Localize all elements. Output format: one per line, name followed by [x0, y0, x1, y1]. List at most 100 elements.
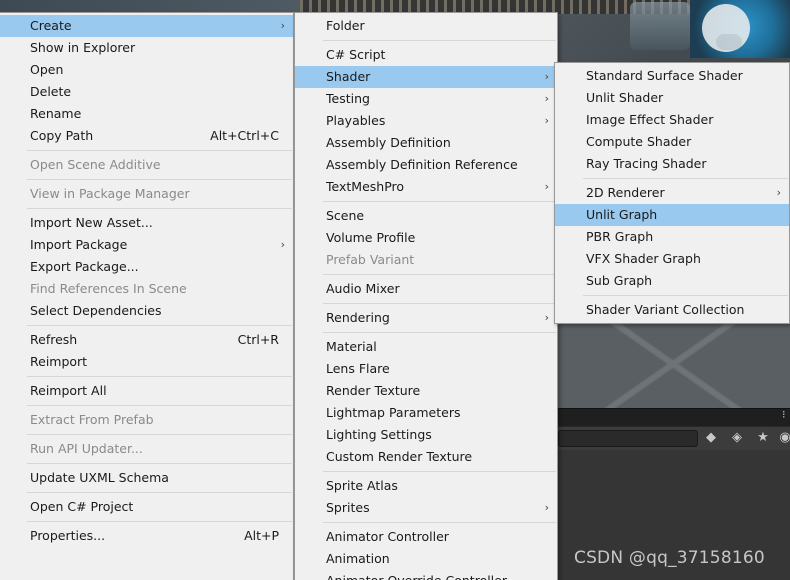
main-menu-item-select-dependencies[interactable]: Select Dependencies	[0, 300, 293, 322]
menu-separator	[323, 201, 556, 202]
create-menu-item-c-script[interactable]: C# Script	[295, 44, 557, 66]
main-menu-item-view-in-package-manager: View in Package Manager	[0, 183, 293, 205]
main-menu-item-refresh[interactable]: Refresh Ctrl+R	[0, 329, 293, 351]
menu-item-label: 2D Renderer	[586, 185, 665, 200]
create-menu-item-lens-flare[interactable]: Lens Flare	[295, 358, 557, 380]
shader-menu-item-2d-renderer[interactable]: 2D Renderer ›	[555, 182, 789, 204]
create-menu-item-sprites[interactable]: Sprites ›	[295, 497, 557, 519]
main-menu-item-update-uxml-schema[interactable]: Update UXML Schema	[0, 467, 293, 489]
menu-item-label: Open	[30, 62, 64, 77]
create-menu-item-scene[interactable]: Scene	[295, 205, 557, 227]
main-menu-item-open-scene-additive: Open Scene Additive	[0, 154, 293, 176]
main-menu-item-open-c-project[interactable]: Open C# Project	[0, 496, 293, 518]
create-menu-item-animation[interactable]: Animation	[295, 548, 557, 570]
filter-by-label-icon[interactable]: ◈	[728, 429, 746, 447]
main-menu-item-show-in-explorer[interactable]: Show in Explorer	[0, 37, 293, 59]
panel-menu-icon[interactable]: ⁝	[782, 408, 786, 421]
shader-menu-item-unlit-graph[interactable]: Unlit Graph	[555, 204, 789, 226]
main-menu-item-open[interactable]: Open	[0, 59, 293, 81]
menu-item-label: Playables	[326, 113, 386, 128]
create-menu-item-sprite-atlas[interactable]: Sprite Atlas	[295, 475, 557, 497]
menu-separator	[583, 178, 788, 179]
menu-item-label: Run API Updater...	[30, 441, 143, 456]
menu-item-label: Properties...	[30, 528, 106, 543]
menu-item-label: Select Dependencies	[30, 303, 162, 318]
create-menu-item-shader[interactable]: Shader ›	[295, 66, 557, 88]
main-menu-item-import-new-asset[interactable]: Import New Asset...	[0, 212, 293, 234]
menu-separator	[27, 179, 292, 180]
filter-by-type-icon[interactable]: ◆	[702, 429, 720, 447]
main-menu-item-properties[interactable]: Properties... Alt+P	[0, 525, 293, 547]
main-menu-item-reimport-all[interactable]: Reimport All	[0, 380, 293, 402]
create-menu-item-animator-controller[interactable]: Animator Controller	[295, 526, 557, 548]
menu-separator	[27, 521, 292, 522]
menu-item-label: Sprites	[326, 500, 370, 515]
menu-separator	[323, 274, 556, 275]
menu-item-label: Assembly Definition Reference	[326, 157, 518, 172]
main-menu-item-export-package[interactable]: Export Package...	[0, 256, 293, 278]
create-menu-item-assembly-definition[interactable]: Assembly Definition	[295, 132, 557, 154]
favorite-star-icon[interactable]: ★	[754, 429, 772, 447]
create-menu-item-audio-mixer[interactable]: Audio Mixer	[295, 278, 557, 300]
shader-menu-item-shader-variant-collection[interactable]: Shader Variant Collection	[555, 299, 789, 321]
menu-item-shortcut: Ctrl+R	[237, 332, 279, 347]
shader-menu-item-standard-surface-shader[interactable]: Standard Surface Shader	[555, 65, 789, 87]
create-menu-item-playables[interactable]: Playables ›	[295, 110, 557, 132]
shader-menu-item-unlit-shader[interactable]: Unlit Shader	[555, 87, 789, 109]
menu-item-label: VFX Shader Graph	[586, 251, 701, 266]
main-menu-item-copy-path[interactable]: Copy Path Alt+Ctrl+C	[0, 125, 293, 147]
shader-menu-item-ray-tracing-shader[interactable]: Ray Tracing Shader	[555, 153, 789, 175]
menu-separator	[323, 522, 556, 523]
menu-item-label: Show in Explorer	[30, 40, 136, 55]
chevron-right-icon: ›	[544, 114, 549, 127]
menu-separator	[27, 405, 292, 406]
create-menu-item-render-texture[interactable]: Render Texture	[295, 380, 557, 402]
menu-item-label: Create	[30, 18, 72, 33]
assets-context-menu: Create › Show in Explorer Open Delete Rename C…	[0, 12, 294, 580]
main-menu-item-reimport[interactable]: Reimport	[0, 351, 293, 373]
menu-item-label: Render Texture	[326, 383, 421, 398]
shader-menu-item-compute-shader[interactable]: Compute Shader	[555, 131, 789, 153]
create-menu-item-textmeshpro[interactable]: TextMeshPro ›	[295, 176, 557, 198]
create-menu-item-rendering[interactable]: Rendering ›	[295, 307, 557, 329]
main-menu-item-delete[interactable]: Delete	[0, 81, 293, 103]
main-menu-item-extract-from-prefab: Extract From Prefab	[0, 409, 293, 431]
shader-menu-item-pbr-graph[interactable]: PBR Graph	[555, 226, 789, 248]
menu-item-label: Sprite Atlas	[326, 478, 398, 493]
main-menu-item-import-package[interactable]: Import Package ›	[0, 234, 293, 256]
main-menu-item-rename[interactable]: Rename	[0, 103, 293, 125]
shader-menu-item-vfx-shader-graph[interactable]: VFX Shader Graph	[555, 248, 789, 270]
create-menu-item-custom-render-texture[interactable]: Custom Render Texture	[295, 446, 557, 468]
create-menu-item-volume-profile[interactable]: Volume Profile	[295, 227, 557, 249]
main-menu-item-find-references-in-scene: Find References In Scene	[0, 278, 293, 300]
menu-separator	[27, 325, 292, 326]
create-menu-item-testing[interactable]: Testing ›	[295, 88, 557, 110]
chevron-right-icon: ›	[544, 70, 549, 83]
create-menu-item-folder[interactable]: Folder	[295, 15, 557, 37]
menu-separator	[323, 332, 556, 333]
project-search-input[interactable]	[558, 430, 698, 447]
menu-item-label: Copy Path	[30, 128, 94, 143]
shader-submenu: Standard Surface Shader Unlit Shader Image…	[554, 62, 790, 324]
create-menu-item-animator-override-controller[interactable]: Animator Override Controller	[295, 570, 557, 580]
shader-menu-item-sub-graph[interactable]: Sub Graph	[555, 270, 789, 292]
create-menu-item-lighting-settings[interactable]: Lighting Settings	[295, 424, 557, 446]
menu-item-label: Delete	[30, 84, 72, 99]
scene-gizmo-icon[interactable]	[702, 4, 750, 52]
create-menu-item-lightmap-parameters[interactable]: Lightmap Parameters	[295, 402, 557, 424]
menu-separator	[27, 376, 292, 377]
menu-separator	[323, 471, 556, 472]
chevron-right-icon: ›	[280, 19, 285, 32]
menu-item-label: Animator Override Controller	[326, 573, 507, 580]
menu-item-shortcut: Alt+P	[244, 528, 279, 543]
create-menu-item-material[interactable]: Material	[295, 336, 557, 358]
chevron-right-icon: ›	[776, 186, 781, 199]
main-menu-item-create[interactable]: Create ›	[0, 15, 293, 37]
menu-item-label: Shader	[326, 69, 371, 84]
main-menu-item-run-api-updater: Run API Updater...	[0, 438, 293, 460]
menu-item-label: Import New Asset...	[30, 215, 153, 230]
menu-item-label: Import Package	[30, 237, 128, 252]
create-menu-item-assembly-definition-reference[interactable]: Assembly Definition Reference	[295, 154, 557, 176]
shader-menu-item-image-effect-shader[interactable]: Image Effect Shader	[555, 109, 789, 131]
eye-visibility-icon[interactable]: ◉	[776, 429, 790, 447]
